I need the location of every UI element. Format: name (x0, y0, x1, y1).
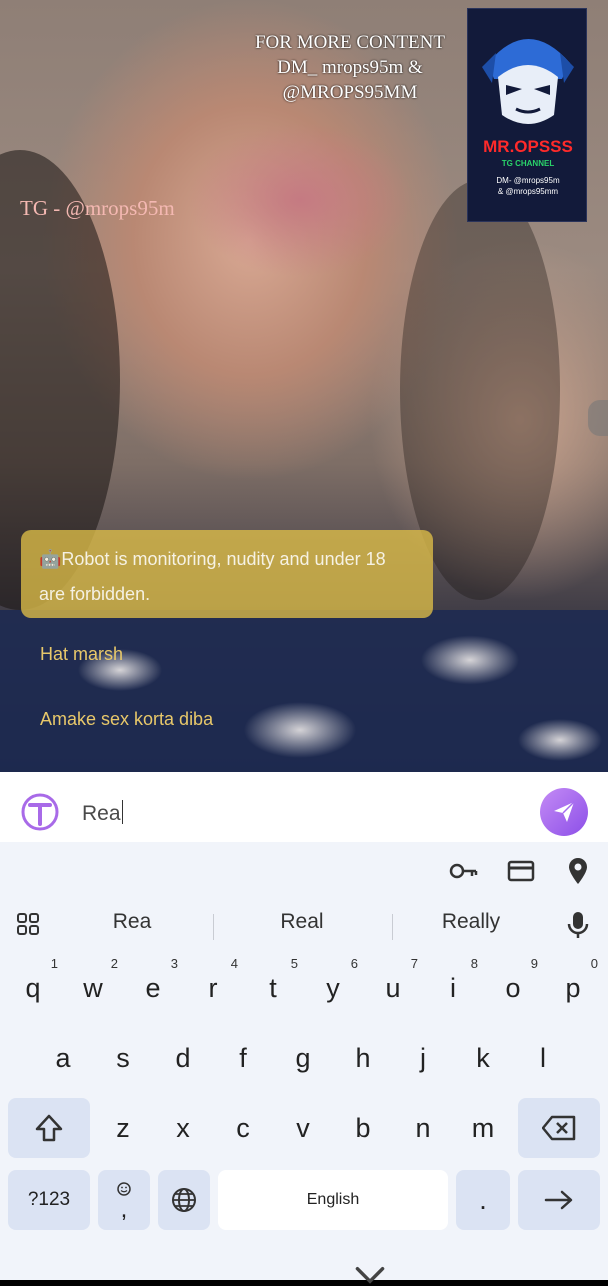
logo-subtitle: TG CHANNEL (501, 159, 555, 168)
key-label: t (269, 973, 277, 1003)
key-label: q (25, 973, 41, 1003)
letter-key[interactable]: i8 (425, 956, 481, 1018)
letter-key[interactable]: c (214, 1098, 272, 1158)
key-number-hint: 9 (530, 956, 538, 971)
letter-key[interactable]: f (214, 1028, 272, 1088)
key-label: w (83, 973, 103, 1003)
letter-key[interactable]: y6 (305, 956, 361, 1018)
logo-dm-line: DM- @mrops95m (496, 176, 560, 185)
key-label: o (505, 973, 521, 1003)
letter-key[interactable]: r4 (185, 956, 241, 1018)
microphone-icon[interactable] (566, 910, 590, 940)
comma-label: , (120, 1196, 128, 1223)
key-number-hint: 7 (410, 956, 418, 971)
key-label: u (385, 973, 401, 1003)
shift-key[interactable] (8, 1098, 90, 1158)
send-button[interactable] (540, 788, 588, 836)
key-number-hint: 1 (50, 956, 58, 971)
comment-input-bar: Rea (0, 772, 608, 842)
key-label: r (208, 973, 218, 1003)
live-video: FOR MORE CONTENT DM_ mrops95m & @MROPS95… (0, 0, 608, 772)
letter-key[interactable]: x (154, 1098, 212, 1158)
suggestion-item[interactable]: Rea (57, 910, 207, 934)
letter-key[interactable]: p0 (545, 956, 601, 1018)
symbols-key[interactable]: ?123 (8, 1170, 90, 1230)
letter-key[interactable]: u7 (365, 956, 421, 1018)
letter-key[interactable]: z (94, 1098, 152, 1158)
suggestion-divider (213, 914, 214, 940)
suggestion-item[interactable]: Real (227, 910, 377, 934)
comment-input-value: Rea (82, 802, 121, 825)
location-pin-icon[interactable] (563, 856, 593, 886)
key-number-hint: 5 (290, 956, 298, 971)
suggestion-divider (392, 914, 393, 940)
backspace-icon (542, 1115, 576, 1141)
letter-key[interactable]: j (394, 1028, 452, 1088)
letter-key[interactable]: g (274, 1028, 332, 1088)
letter-key[interactable]: a (34, 1028, 92, 1088)
letter-key[interactable]: q1 (5, 956, 61, 1018)
letter-key[interactable]: b (334, 1098, 392, 1158)
tg-watermark: TG - @mrops95m (20, 196, 175, 220)
shift-icon (35, 1114, 63, 1142)
key-number-hint: 4 (230, 956, 238, 971)
space-key[interactable]: English (218, 1170, 448, 1230)
credit-card-icon[interactable] (506, 856, 536, 886)
backspace-key[interactable] (518, 1098, 600, 1158)
hacker-mask-icon (482, 39, 574, 124)
promo-watermark: FOR MORE CONTENT DM_ mrops95m & @MROPS95… (232, 30, 468, 105)
language-key[interactable] (158, 1170, 210, 1230)
suggestion-item[interactable]: Really (396, 910, 546, 934)
send-icon (554, 801, 575, 822)
translate-icon[interactable] (20, 792, 60, 832)
key-number-hint: 8 (470, 956, 478, 971)
soft-keyboard: Rea Real Really q1w2e3r4t5y6u7i8o9p0 asd… (0, 842, 608, 1284)
letter-key[interactable]: d (154, 1028, 212, 1088)
letter-key[interactable]: n (394, 1098, 452, 1158)
letter-key[interactable]: v (274, 1098, 332, 1158)
apps-grid-icon[interactable] (16, 912, 40, 936)
letter-key[interactable]: o9 (485, 956, 541, 1018)
key-label: e (145, 973, 161, 1003)
key-number-hint: 6 (350, 956, 358, 971)
key-label: y (326, 973, 340, 1003)
letter-key[interactable]: k (454, 1028, 512, 1088)
promo-line: DM_ mrops95m & (277, 57, 423, 78)
globe-icon (172, 1188, 196, 1212)
robot-notice: 🤖Robot is monitoring, nudity and under 1… (21, 530, 433, 618)
chevron-down-icon[interactable] (66, 1264, 608, 1286)
logo-dm: DM- @mrops95m & @mrops95mm (468, 175, 588, 197)
logo-title: MR.OPSSS (483, 137, 573, 156)
promo-line: FOR MORE CONTENT (254, 32, 445, 53)
arrow-right-icon (544, 1190, 573, 1210)
enter-key[interactable] (518, 1170, 600, 1230)
letter-key[interactable]: l (514, 1028, 572, 1088)
key-number-hint: 0 (590, 956, 598, 971)
channel-logo: MR.OPSSS TG CHANNEL DM- @mrops95m & @mro… (467, 8, 587, 222)
logo-dm-line: & @mrops95mm (497, 187, 559, 196)
letter-key[interactable]: s (94, 1028, 152, 1088)
key-label: p (565, 973, 581, 1003)
text-caret (121, 800, 124, 824)
key-label: i (450, 973, 456, 1003)
letter-key[interactable]: h (334, 1028, 392, 1088)
side-handle[interactable] (588, 400, 608, 436)
key-number-hint: 2 (110, 956, 118, 971)
chat-comment: Amake sex korta diba (40, 709, 214, 729)
emoji-comma-key[interactable]: , (98, 1170, 150, 1230)
comment-input[interactable]: Rea (82, 800, 124, 826)
clothing-pattern (0, 610, 608, 772)
letter-key[interactable]: w2 (65, 956, 121, 1018)
letter-key[interactable]: t5 (245, 956, 301, 1018)
letter-key[interactable]: m (454, 1098, 512, 1158)
key-number-hint: 3 (170, 956, 178, 971)
suggestion-strip: Rea Real Really (0, 898, 608, 952)
key-icon[interactable] (448, 856, 478, 886)
chat-comment: Hat marsh (40, 644, 124, 664)
promo-line: @MROPS95MM (282, 82, 418, 103)
letter-key[interactable]: e3 (125, 956, 181, 1018)
period-key[interactable]: . (456, 1170, 510, 1230)
